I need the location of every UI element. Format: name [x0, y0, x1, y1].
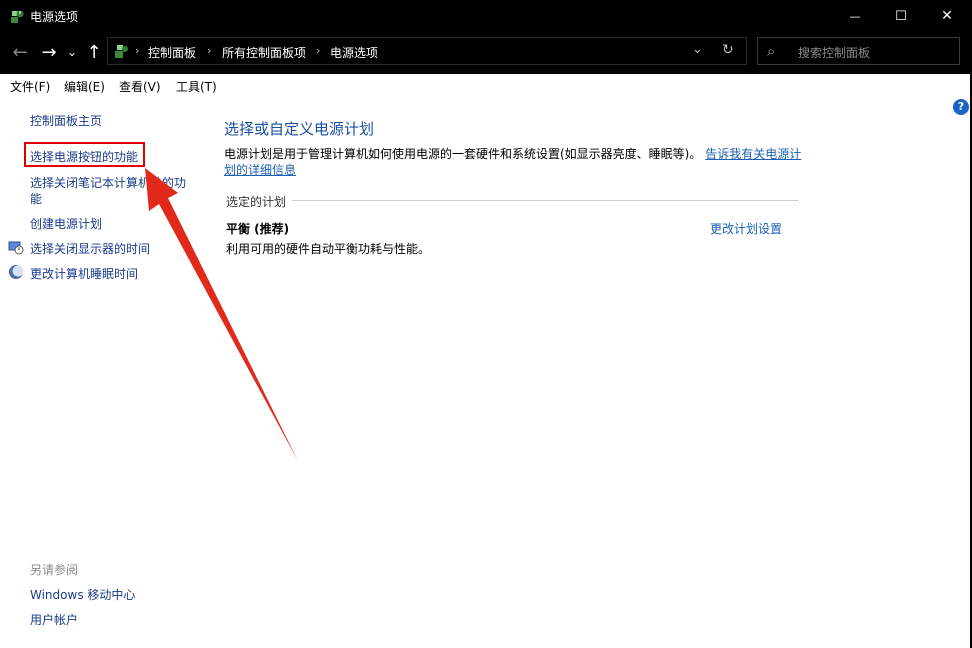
- chevron-down-icon: ⌄: [66, 45, 78, 59]
- learn-more-link[interactable]: 告诉我有关电源计: [705, 147, 801, 161]
- back-arrow-icon: ←: [12, 41, 28, 63]
- up-button[interactable]: ↑: [84, 41, 104, 63]
- breadcrumb-separator[interactable]: ›: [207, 44, 211, 57]
- sidebar-link-sleep-time[interactable]: 更改计算机睡眠时间: [30, 265, 138, 282]
- page-description: 电源计划是用于管理计算机如何使用电源的一套硬件和系统设置(如显示器亮度、睡眠等)…: [224, 146, 802, 178]
- highlight-annotation: [24, 142, 145, 167]
- sidebar-home-link[interactable]: 控制面板主页: [30, 112, 102, 129]
- sleep-moon-icon: [9, 265, 24, 279]
- close-button[interactable]: ✕: [924, 0, 970, 32]
- search-box[interactable]: ⌕ 搜索控制面板: [757, 37, 960, 65]
- minimize-icon: —: [849, 9, 861, 23]
- back-button[interactable]: ←: [10, 41, 30, 63]
- breadcrumb-separator[interactable]: ›: [316, 44, 320, 57]
- maximize-button[interactable]: ☐: [878, 0, 924, 32]
- see-also-mobility-center[interactable]: Windows 移动中心: [30, 586, 135, 603]
- breadcrumb-all-items[interactable]: 所有控制面板项: [222, 44, 306, 61]
- breadcrumb-power-options[interactable]: 电源选项: [330, 44, 378, 61]
- display-clock-icon: [8, 241, 24, 255]
- menu-edit[interactable]: 编辑(E): [64, 78, 105, 95]
- title-bar: 电源选项 — ☐ ✕: [0, 0, 972, 32]
- control-panel-icon: [115, 45, 128, 58]
- selected-plan-label: 选定的计划: [226, 195, 287, 209]
- menu-tools[interactable]: 工具(T): [176, 78, 217, 95]
- refresh-icon[interactable]: ↻: [722, 42, 734, 58]
- see-also-label: 另请参阅: [30, 563, 79, 577]
- search-placeholder: 搜索控制面板: [798, 46, 871, 60]
- window-title: 电源选项: [30, 10, 79, 24]
- forward-button[interactable]: →: [39, 41, 59, 63]
- close-icon: ✕: [941, 8, 953, 24]
- maximize-icon: ☐: [895, 8, 907, 24]
- breadcrumb-separator: ›: [135, 44, 140, 57]
- plan-name: 平衡 (推荐): [226, 222, 290, 236]
- forward-arrow-icon: →: [41, 41, 57, 63]
- breadcrumb-control-panel[interactable]: 控制面板: [148, 44, 196, 61]
- minimize-button[interactable]: —: [832, 0, 878, 32]
- sidebar-link-lid-close[interactable]: 选择关闭笔记本计算机盖的功: [30, 174, 186, 191]
- learn-more-link-line2[interactable]: 划的详细信息: [224, 163, 296, 177]
- sidebar-link-lid-close-wrap[interactable]: 能: [30, 190, 42, 207]
- help-icon[interactable]: ?: [953, 99, 969, 115]
- description-text: 电源计划是用于管理计算机如何使用电源的一套硬件和系统设置(如显示器亮度、睡眠等)…: [224, 147, 702, 161]
- menu-view[interactable]: 查看(V): [119, 78, 161, 95]
- address-bar[interactable]: › 控制面板 › 所有控制面板项 › 电源选项 ⌄ ↻: [107, 37, 747, 65]
- recent-locations-button[interactable]: ⌄: [64, 42, 80, 62]
- up-arrow-icon: ↑: [86, 41, 102, 63]
- see-also-user-accounts[interactable]: 用户帐户: [30, 611, 78, 628]
- sidebar-link-create-plan[interactable]: 创建电源计划: [30, 215, 102, 232]
- page-title: 选择或自定义电源计划: [224, 120, 375, 138]
- search-icon: ⌕: [767, 42, 776, 60]
- section-divider: [292, 200, 799, 201]
- plan-description: 利用可用的硬件自动平衡功耗与性能。: [226, 242, 431, 256]
- power-options-icon: [11, 10, 24, 23]
- sidebar-link-display-off[interactable]: 选择关闭显示器的时间: [30, 240, 150, 257]
- change-plan-settings-link[interactable]: 更改计划设置: [710, 220, 782, 237]
- menu-bar: 文件(F) 编辑(E) 查看(V) 工具(T): [0, 74, 972, 97]
- menu-file[interactable]: 文件(F): [10, 78, 50, 95]
- address-dropdown-icon[interactable]: ⌄: [692, 42, 703, 57]
